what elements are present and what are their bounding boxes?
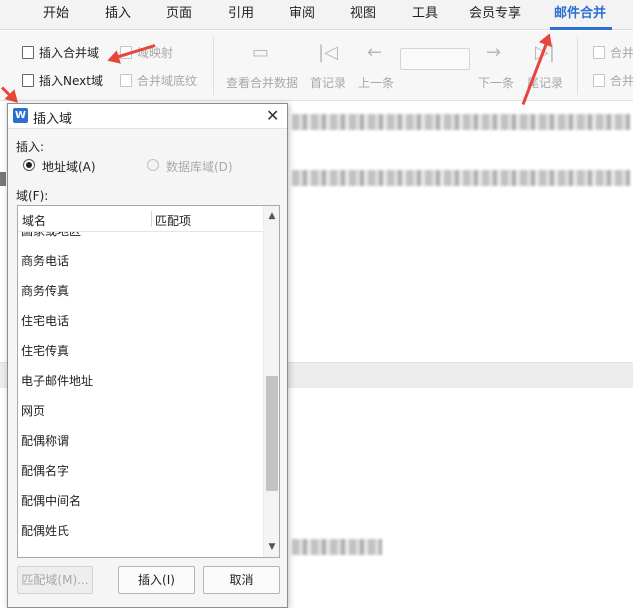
- tab-review[interactable]: 审阅: [289, 0, 315, 30]
- dialog-title-bar: W 插入域 ✕: [8, 104, 287, 129]
- view-merged-data-button[interactable]: 查看合并数据: [226, 74, 298, 91]
- next-field-icon: [22, 74, 34, 87]
- field-list-label: 域(F):: [16, 189, 49, 203]
- blurred-text-line: [292, 539, 382, 555]
- merge-field-shading-label: 合并域底纹: [137, 74, 198, 88]
- merge-label-bottom: 合并: [610, 74, 633, 88]
- insert-merge-field-button[interactable]: 插入合并域: [22, 43, 99, 63]
- database-field-radio[interactable]: [147, 159, 159, 171]
- tab-view[interactable]: 视图: [350, 0, 376, 30]
- insert-label: 插入:: [16, 140, 45, 154]
- active-tab-indicator: [550, 27, 612, 30]
- list-item[interactable]: 商务传真: [18, 276, 263, 306]
- merge-to-printer-button[interactable]: 合并: [593, 71, 633, 91]
- address-field-label[interactable]: 地址域(A): [42, 158, 96, 175]
- next-arrow-icon: →: [486, 42, 502, 63]
- list-item[interactable]: 网页: [18, 396, 263, 426]
- view-data-icon: ▭: [252, 42, 270, 63]
- merge-label-top: 合并: [610, 46, 633, 60]
- blurred-text-line: [292, 114, 630, 130]
- list-item[interactable]: 住宅电话: [18, 306, 263, 336]
- list-item[interactable]: 住宅传真: [18, 336, 263, 366]
- column-divider: [151, 211, 152, 227]
- list-item[interactable]: 配偶称谓: [18, 426, 263, 456]
- insert-next-field-button[interactable]: 插入Next域: [22, 71, 103, 91]
- scroll-down-icon[interactable]: ▼: [264, 539, 279, 555]
- insert-merge-field-label: 插入合并域: [39, 46, 100, 60]
- dialog-title: 插入域: [33, 112, 73, 127]
- previous-record-button[interactable]: 上一条: [358, 74, 394, 91]
- shading-icon: [120, 74, 132, 87]
- scrollbar-thumb[interactable]: [266, 376, 278, 491]
- app-logo-icon: W: [13, 108, 28, 123]
- field-listbox[interactable]: 域名 匹配项 国家或地区 商务电话 商务传真 住宅电话 住宅传真 电子邮件地址 …: [17, 205, 280, 558]
- tab-tools[interactable]: 工具: [412, 0, 438, 30]
- text-cursor-mark: [0, 172, 6, 186]
- merge-icon: [593, 46, 605, 59]
- previous-arrow-icon: ←: [367, 42, 383, 63]
- tab-page[interactable]: 页面: [166, 0, 192, 30]
- list-item[interactable]: 配偶姓氏: [18, 516, 263, 546]
- next-record-button[interactable]: 下一条: [478, 74, 514, 91]
- scroll-up-icon[interactable]: ▲: [264, 208, 279, 224]
- record-number-input[interactable]: [400, 48, 470, 70]
- list-item[interactable]: 商务电话: [18, 246, 263, 276]
- cancel-button[interactable]: 取消: [203, 566, 280, 594]
- column-header-name[interactable]: 域名: [22, 212, 46, 229]
- address-field-radio[interactable]: [23, 159, 35, 171]
- list-item[interactable]: 配偶名字: [18, 456, 263, 486]
- match-field-button[interactable]: 匹配域(M)...: [17, 566, 93, 594]
- ribbon-separator: [213, 37, 214, 95]
- list-item[interactable]: 国家或地区: [18, 232, 263, 246]
- app-window: 开始 插入 页面 引用 审阅 视图 工具 会员专享 邮件合并 插入合并域 域映射…: [0, 0, 633, 608]
- merge-field-shading-button[interactable]: 合并域底纹: [120, 71, 197, 91]
- insert-button[interactable]: 插入(I): [118, 566, 195, 594]
- tab-home[interactable]: 开始: [43, 0, 69, 30]
- first-record-icon: |◁: [318, 42, 338, 63]
- merge-to-new-doc-button[interactable]: 合并: [593, 43, 633, 63]
- close-icon[interactable]: ✕: [266, 106, 279, 126]
- list-header: 域名 匹配项: [18, 206, 263, 232]
- list-item[interactable]: 电子邮件地址: [18, 366, 263, 396]
- tab-mail-merge[interactable]: 邮件合并: [554, 0, 606, 30]
- merge-field-icon: [22, 46, 34, 59]
- column-header-match[interactable]: 匹配项: [155, 212, 191, 229]
- list-scrollbar[interactable]: ▲ ▼: [263, 206, 279, 557]
- first-record-button[interactable]: 首记录: [310, 74, 346, 91]
- merge-print-icon: [593, 74, 605, 87]
- field-rows: 国家或地区 商务电话 商务传真 住宅电话 住宅传真 电子邮件地址 网页 配偶称谓…: [18, 232, 263, 557]
- insert-field-dialog: W 插入域 ✕ 插入: 地址域(A) 数据库域(D) 域(F): 域名 匹配项 …: [7, 103, 288, 608]
- ribbon-separator-2: [577, 37, 578, 95]
- ribbon-tab-bar: 开始 插入 页面 引用 审阅 视图 工具 会员专享 邮件合并: [0, 0, 633, 30]
- tab-references[interactable]: 引用: [228, 0, 254, 30]
- insert-next-field-label: 插入Next域: [39, 74, 103, 88]
- blurred-text-line: [292, 170, 630, 186]
- tab-insert[interactable]: 插入: [105, 0, 131, 30]
- database-field-label: 数据库域(D): [166, 160, 233, 174]
- list-item[interactable]: 配偶中间名: [18, 486, 263, 516]
- tab-membership[interactable]: 会员专享: [469, 0, 521, 30]
